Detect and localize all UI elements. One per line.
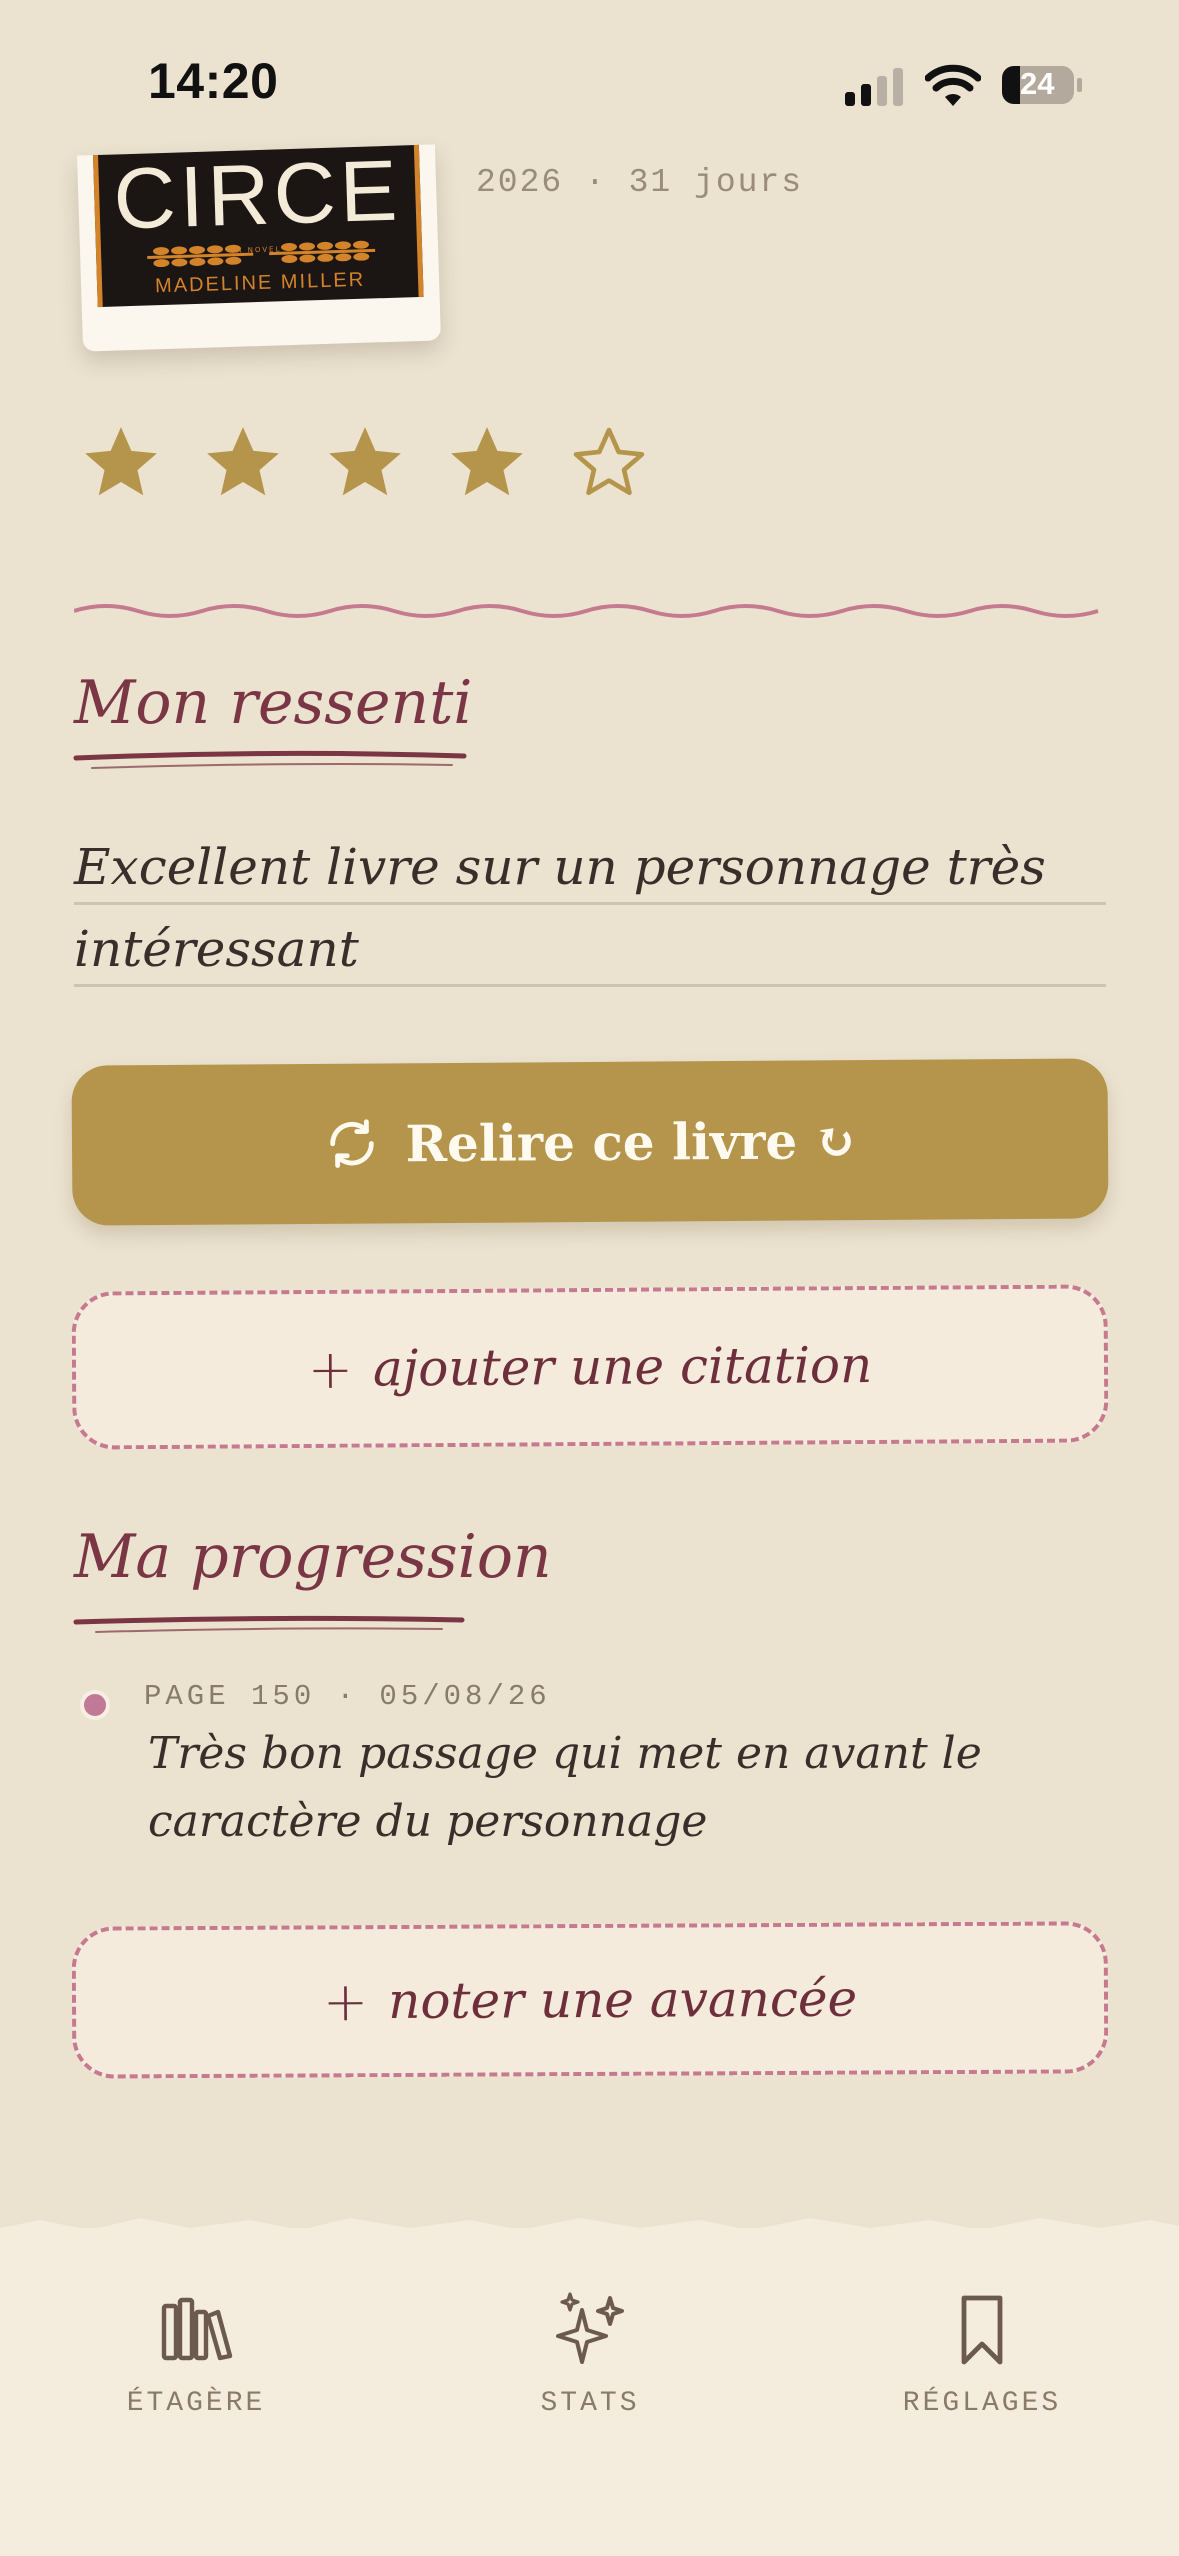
book-cover-image: CIRCE A NOVEL MADELINE MILLER (93, 144, 424, 308)
reread-label: Relire ce livre ↻ (405, 1110, 857, 1173)
star-filled-icon[interactable] (200, 420, 286, 506)
tab-stats-label: STATS (540, 2388, 640, 2419)
cellular-signal-icon (845, 68, 903, 106)
text-rule (74, 902, 1106, 905)
tab-stats[interactable]: STATS (440, 2290, 740, 2419)
progression-title: Ma progression (74, 1522, 552, 1592)
title-underline (73, 750, 467, 769)
bookmark-icon (961, 2295, 1003, 2365)
battery-level: 24 (1020, 66, 1055, 101)
book-cover[interactable]: CIRCE A NOVEL MADELINE MILLER (77, 144, 441, 352)
wifi-icon (925, 64, 981, 106)
star-rating[interactable] (78, 420, 652, 510)
sparkles-icon (556, 2292, 624, 2364)
title-underline (73, 1615, 465, 1633)
refresh-icon (330, 1119, 375, 1168)
add-quote-button[interactable]: + ajouter une citation (71, 1284, 1109, 1450)
plus-icon: + (322, 1969, 369, 2033)
star-empty-icon[interactable] (566, 420, 652, 506)
bookshelf-icon (161, 2297, 233, 2361)
progress-entry-meta: PAGE 150 · 05/08/26 (144, 1680, 551, 1713)
wavy-divider (74, 604, 1099, 618)
cover-title: CIRCE (112, 144, 403, 248)
ressenti-text[interactable]: Excellent livre sur un personnage très i… (74, 826, 1106, 990)
star-filled-icon[interactable] (444, 420, 530, 506)
status-time: 14:20 (148, 53, 279, 109)
progress-entry-text: Très bon passage qui met en avant le car… (148, 1728, 982, 1847)
ressenti-line-1: Excellent livre sur un personnage très (74, 838, 1046, 896)
text-rule (74, 984, 1106, 987)
tab-shelf[interactable]: ÉTAGÈRE (46, 2290, 346, 2419)
reading-date-line: 2026 · 31 jours (476, 164, 804, 201)
star-filled-icon[interactable] (322, 420, 408, 506)
add-progress-button[interactable]: + noter une avancée (71, 1921, 1109, 2079)
battery-indicator: 24 (1000, 64, 1084, 106)
tab-settings-label: RÉGLAGES (902, 2388, 1062, 2419)
add-quote-label: ajouter une citation (372, 1336, 873, 1398)
timeline-dot (80, 1690, 110, 1720)
cover-author: MADELINE MILLER (154, 268, 366, 298)
tab-shelf-label: ÉTAGÈRE (126, 2388, 266, 2419)
ressenti-title: Mon ressenti (74, 668, 473, 738)
ressenti-line-2: intéressant (74, 920, 359, 978)
star-filled-icon[interactable] (78, 420, 164, 506)
reread-book-button[interactable]: Relire ce livre ↻ (71, 1058, 1109, 1226)
plus-icon: + (307, 1337, 354, 1401)
tab-settings[interactable]: RÉGLAGES (832, 2290, 1132, 2419)
add-progress-label: noter une avancée (388, 1969, 858, 2031)
